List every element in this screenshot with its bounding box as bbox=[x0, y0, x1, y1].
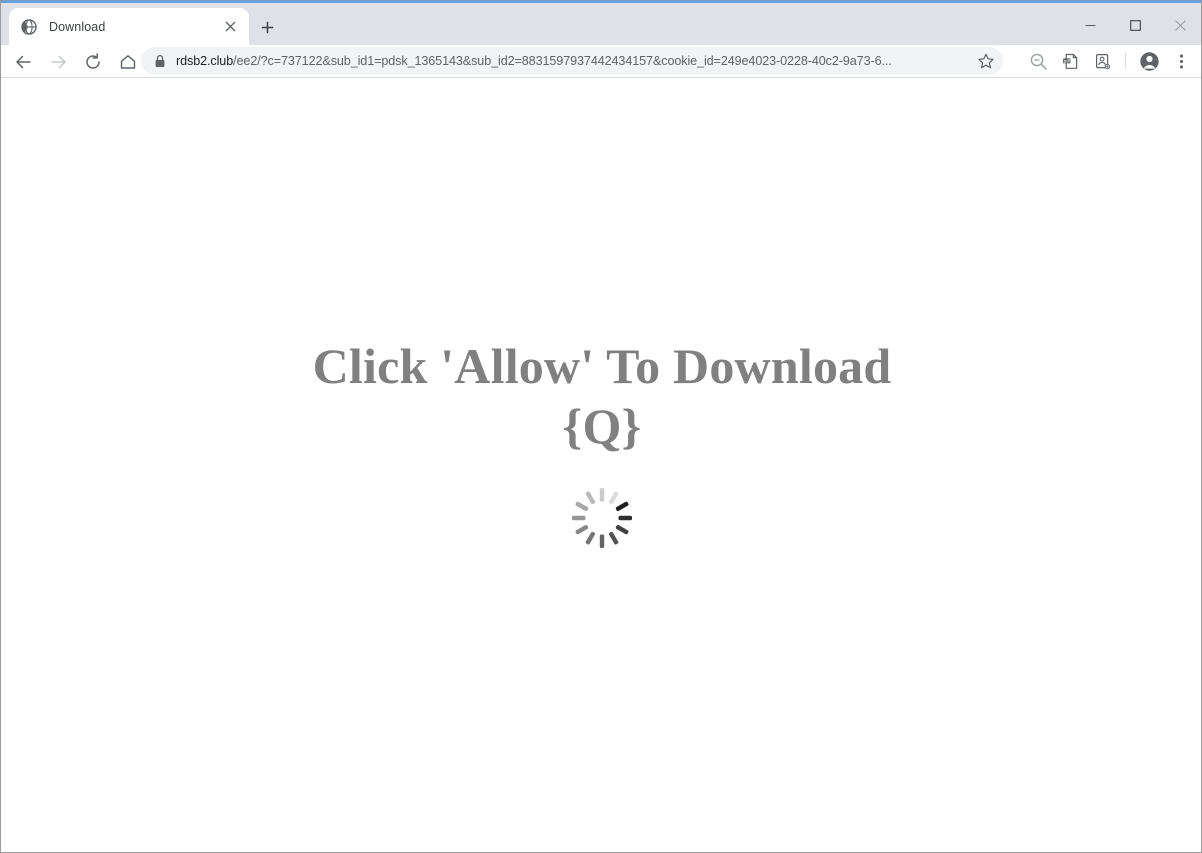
toolbar-divider bbox=[1125, 53, 1126, 69]
browser-window: Download rdsb2.club/ee2/?c=737122&sub_id… bbox=[0, 0, 1202, 853]
page-title: Click 'Allow' To Download {Q} bbox=[1, 336, 1201, 456]
page-title-line2: {Q} bbox=[562, 398, 642, 454]
browser-tab[interactable]: Download bbox=[9, 8, 249, 45]
page-title-line1: Click 'Allow' To Download bbox=[312, 338, 892, 394]
bookmark-star-icon[interactable] bbox=[973, 48, 999, 74]
lock-icon[interactable] bbox=[153, 54, 167, 68]
tab-title: Download bbox=[49, 19, 106, 34]
window-controls bbox=[1068, 6, 1201, 44]
address-bar[interactable]: rdsb2.club/ee2/?c=737122&sub_id1=pdsk_13… bbox=[141, 47, 1003, 75]
toolbar-actions: pdf bbox=[1022, 46, 1197, 76]
window-accent-line bbox=[1, 0, 1201, 3]
page-content: Click 'Allow' To Download {Q} bbox=[1, 78, 1201, 852]
close-icon[interactable] bbox=[219, 16, 241, 38]
url-text[interactable]: rdsb2.club/ee2/?c=737122&sub_id1=pdsk_13… bbox=[176, 54, 969, 68]
url-path: /ee2/?c=737122&sub_id1=pdsk_1365143&sub_… bbox=[233, 54, 892, 68]
tab-strip: Download bbox=[1, 3, 1201, 45]
loading-spinner bbox=[570, 486, 634, 550]
extension-reader-icon[interactable] bbox=[1088, 47, 1116, 75]
svg-text:pdf: pdf bbox=[1063, 58, 1070, 63]
forward-button bbox=[44, 48, 72, 76]
globe-icon bbox=[21, 18, 37, 35]
home-button[interactable] bbox=[114, 48, 142, 76]
reload-button[interactable] bbox=[79, 48, 107, 76]
extension-document-icon[interactable]: pdf bbox=[1056, 47, 1084, 75]
profile-avatar-icon[interactable] bbox=[1135, 47, 1163, 75]
zoom-out-icon[interactable] bbox=[1024, 47, 1052, 75]
minimize-button[interactable] bbox=[1068, 6, 1113, 44]
url-host: rdsb2.club bbox=[176, 54, 234, 68]
chrome-menu-icon[interactable] bbox=[1167, 47, 1195, 75]
new-tab-button[interactable] bbox=[253, 13, 281, 41]
close-button[interactable] bbox=[1158, 6, 1201, 44]
back-button[interactable] bbox=[10, 48, 38, 76]
maximize-button[interactable] bbox=[1113, 6, 1158, 44]
